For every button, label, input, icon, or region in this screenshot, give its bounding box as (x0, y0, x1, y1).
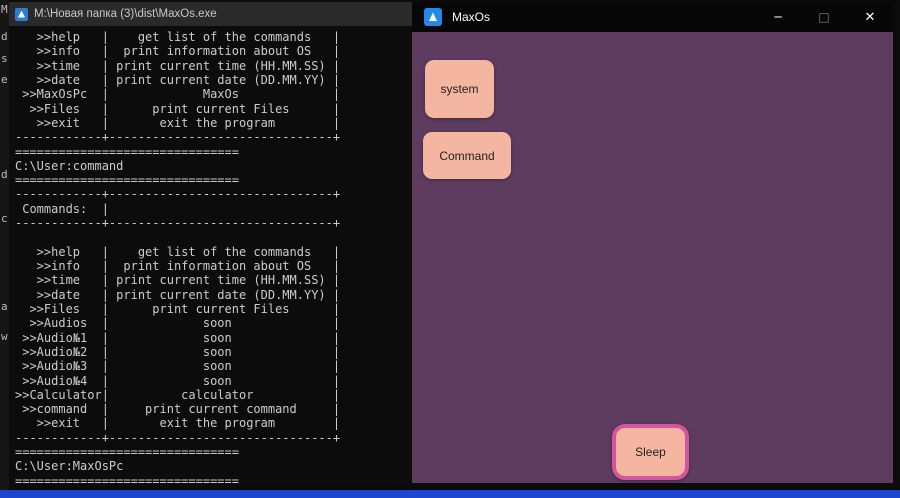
console-titlebar[interactable]: M:\Новая папка (3)\dist\MaxOs.exe (9, 2, 412, 26)
maxos-title: MaxOs (452, 10, 491, 24)
system-button[interactable]: system (425, 60, 494, 118)
console-title: M:\Новая папка (3)\dist\MaxOs.exe (34, 8, 217, 20)
console-output: >>help | get list of the commands | >>in… (15, 30, 341, 483)
maximize-button[interactable]: □ (801, 2, 847, 32)
console-window: M:\Новая папка (3)\dist\MaxOs.exe >>help… (9, 2, 412, 483)
maxos-titlebar[interactable]: MaxOs ─ □ ✕ (412, 2, 893, 32)
edge-char: w (1, 330, 8, 343)
window-controls: ─ □ ✕ (755, 2, 893, 32)
screen: M d s e d c a w M:\Новая папка (3)\dist\… (0, 0, 900, 498)
edge-char: e (1, 73, 8, 86)
maxos-app-icon (424, 8, 442, 26)
background-window-edge: M d s e d c a w (0, 0, 9, 490)
edge-char: a (1, 300, 8, 313)
sleep-button[interactable]: Sleep (612, 424, 689, 480)
edge-char: c (1, 212, 8, 225)
command-button[interactable]: Command (423, 132, 511, 179)
edge-char: d (1, 30, 8, 43)
console-app-icon (15, 7, 28, 21)
edge-char: M (1, 3, 8, 16)
close-button[interactable]: ✕ (847, 2, 893, 32)
edge-char: s (1, 52, 8, 65)
minimize-button[interactable]: ─ (755, 2, 801, 32)
taskbar-edge[interactable] (0, 490, 900, 498)
maxos-window: MaxOs ─ □ ✕ system Command Sleep (412, 2, 893, 483)
maxos-body: system Command Sleep (412, 32, 893, 483)
edge-char: d (1, 168, 8, 181)
